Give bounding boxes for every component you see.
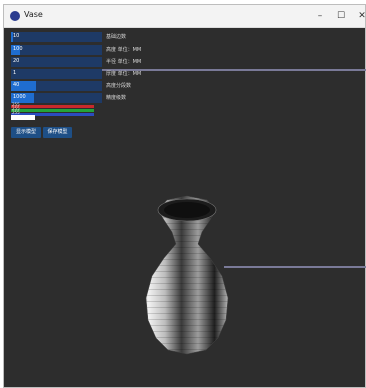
slider-track[interactable] <box>11 32 102 42</box>
vase-inner-rim <box>164 202 210 218</box>
slider-label: 基础边数 <box>106 34 127 40</box>
canvas-area[interactable]: 10 基础边数 100 高度 单位：MM 20 半径 单位：MM 1 厚度 单位… <box>4 28 366 387</box>
slider-value: 100 <box>13 46 23 52</box>
save-model-button[interactable]: 保存模型 <box>43 127 72 138</box>
axis-line-bottom <box>224 266 366 268</box>
slider-label: 半径 单位：MM <box>106 59 142 65</box>
slider-value: 1 <box>13 70 17 76</box>
window-title: Vase <box>24 10 43 19</box>
show-model-button[interactable]: 显示模型 <box>11 127 41 138</box>
color-preview-swatch <box>11 115 35 120</box>
maximize-button[interactable]: ☐ <box>331 8 351 24</box>
slider-label: 厚度 单位：MM <box>106 71 142 77</box>
slider-track[interactable] <box>11 45 102 55</box>
slider-value: 10 <box>13 33 20 39</box>
slider-track[interactable] <box>11 57 102 67</box>
title-bar: Vase – ☐ ✕ <box>4 5 366 28</box>
slider-label: 精度级数 <box>106 95 127 101</box>
slider-value: 1000 <box>13 94 26 100</box>
minimize-button[interactable]: – <box>310 8 330 24</box>
color-slider-red[interactable] <box>11 105 94 108</box>
slider-track[interactable] <box>11 69 102 79</box>
color-slider-green[interactable] <box>11 109 94 112</box>
close-button[interactable]: ✕ <box>352 8 366 24</box>
app-window: Vase – ☐ ✕ 10 基础边数 100 高度 单位：MM 20 半径 单位… <box>3 4 366 388</box>
vase-model-view[interactable] <box>132 188 242 358</box>
slider-value: 40 <box>13 82 20 88</box>
slider-label: 高度分段数 <box>106 83 132 89</box>
app-logo-icon <box>10 11 20 21</box>
slider-label: 高度 单位：MM <box>106 47 142 53</box>
slider-value: 20 <box>13 58 20 64</box>
